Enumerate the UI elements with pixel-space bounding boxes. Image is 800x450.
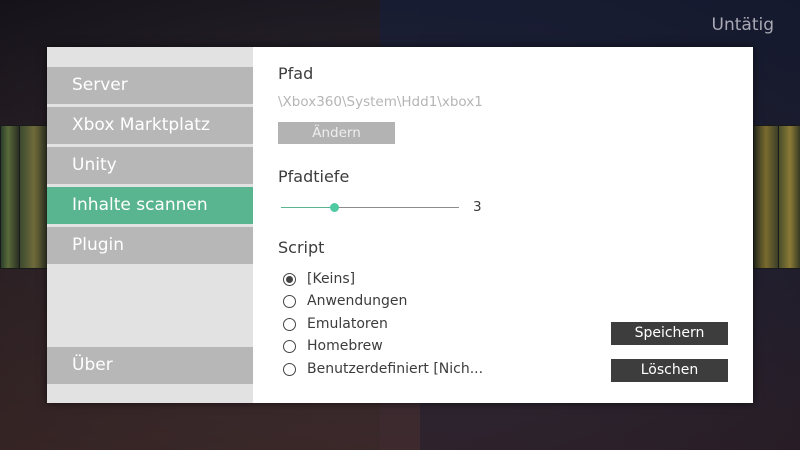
status-text: Untätig bbox=[711, 15, 774, 35]
radio-label: Anwendungen bbox=[307, 293, 408, 309]
path-value: \Xbox360\System\Hdd1\xbox1 bbox=[278, 94, 483, 110]
radio-label: Homebrew bbox=[307, 338, 383, 354]
script-heading: Script bbox=[278, 238, 325, 257]
game-cover-left-1 bbox=[0, 125, 20, 269]
sidebar-item-server[interactable]: Server bbox=[47, 67, 253, 104]
radio-label: Emulatoren bbox=[307, 316, 388, 332]
settings-sidebar: Server Xbox Marktplatz Unity Inhalte sca… bbox=[47, 47, 253, 403]
radio-label: Benutzerdefiniert [Nich... bbox=[307, 361, 484, 377]
radio-selected-icon[interactable] bbox=[283, 273, 296, 286]
path-depth-heading: Pfadtiefe bbox=[278, 167, 350, 186]
sidebar-item-scan-content[interactable]: Inhalte scannen bbox=[47, 187, 253, 224]
radio-icon[interactable] bbox=[283, 340, 296, 353]
game-cover-right-1 bbox=[753, 125, 779, 269]
depth-slider-fill bbox=[281, 207, 335, 208]
path-heading: Pfad bbox=[278, 64, 314, 83]
sidebar-item-plugin[interactable]: Plugin bbox=[47, 227, 253, 264]
game-cover-left-2 bbox=[19, 125, 49, 269]
radio-icon[interactable] bbox=[283, 363, 296, 376]
radio-icon[interactable] bbox=[283, 318, 296, 331]
radio-label: [Keins] bbox=[307, 271, 356, 287]
depth-value: 3 bbox=[473, 199, 482, 215]
delete-button[interactable]: Löschen bbox=[611, 359, 728, 382]
sidebar-item-about[interactable]: Über bbox=[47, 347, 253, 384]
depth-slider-thumb[interactable] bbox=[329, 203, 339, 212]
game-cover-right-2 bbox=[778, 125, 800, 269]
settings-content: Pfad \Xbox360\System\Hdd1\xbox1 Ändern P… bbox=[253, 47, 753, 403]
change-path-button[interactable]: Ändern bbox=[278, 122, 395, 144]
save-button[interactable]: Speichern bbox=[611, 322, 728, 345]
radio-icon[interactable] bbox=[283, 295, 296, 308]
settings-dialog: Server Xbox Marktplatz Unity Inhalte sca… bbox=[47, 47, 753, 403]
sidebar-item-unity[interactable]: Unity bbox=[47, 147, 253, 184]
sidebar-item-xbox-marketplace[interactable]: Xbox Marktplatz bbox=[47, 107, 253, 144]
